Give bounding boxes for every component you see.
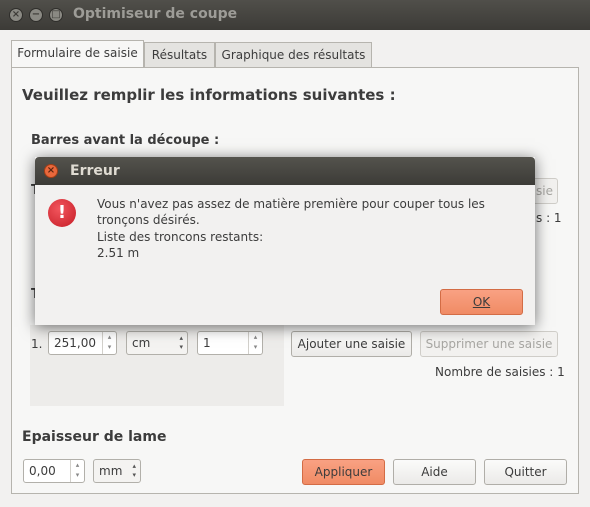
- spin-arrows-icon[interactable]: ▴ ▾: [102, 332, 116, 354]
- blade-value: 0,00: [29, 464, 56, 478]
- remove-entry-button[interactable]: Supprimer une saisie: [420, 331, 558, 357]
- entry-count: Nombre de saisies : 1: [435, 365, 565, 379]
- add-entry-button[interactable]: Ajouter une saisie: [291, 331, 412, 357]
- length-value: 251,00: [54, 336, 96, 350]
- row-index: 1.: [31, 337, 43, 351]
- ok-button[interactable]: OK: [440, 289, 523, 315]
- close-window-icon[interactable]: ×: [9, 8, 23, 22]
- chevron-updown-icon: ▴ ▾: [132, 462, 136, 479]
- help-button[interactable]: Aide: [393, 459, 476, 485]
- close-icon[interactable]: ×: [44, 164, 58, 178]
- tab-resultats[interactable]: Résultats: [144, 42, 215, 67]
- quit-button[interactable]: Quitter: [484, 459, 567, 485]
- quantity-value: 1: [203, 336, 211, 350]
- length-spinbox[interactable]: 251,00 ▴ ▾: [48, 331, 117, 355]
- quantity-spinbox[interactable]: 1 ▴ ▾: [197, 331, 263, 355]
- error-icon: !: [48, 199, 76, 227]
- blade-unit-value: mm: [99, 464, 123, 478]
- spin-arrows-icon[interactable]: ▴ ▾: [70, 460, 84, 482]
- dialog-title: Erreur: [70, 163, 120, 179]
- blade-section-title: Epaisseur de lame: [22, 429, 167, 445]
- dialog-titlebar: × Erreur: [35, 157, 535, 185]
- unit-combobox[interactable]: cm ▴ ▾: [126, 331, 188, 355]
- dialog-message-line2: tronçons désirés.: [97, 213, 200, 227]
- tab-graphique[interactable]: Graphique des résultats: [215, 42, 372, 67]
- minimize-window-icon[interactable]: −: [29, 8, 43, 22]
- maximize-window-icon[interactable]: □: [49, 8, 63, 22]
- tab-formulaire[interactable]: Formulaire de saisie: [11, 40, 144, 67]
- window-titlebar: × − □ Optimiseur de coupe: [0, 0, 590, 30]
- chevron-updown-icon: ▴ ▾: [179, 334, 183, 351]
- dialog-message-line3: Liste des troncons restants:: [97, 230, 264, 244]
- bars-section-title: Barres avant la découpe :: [31, 133, 220, 148]
- blade-unit-combobox[interactable]: mm ▴ ▾: [93, 459, 141, 483]
- window-title: Optimiseur de coupe: [73, 6, 238, 22]
- bars-count-partial: s : 1: [536, 211, 562, 225]
- apply-button[interactable]: Appliquer: [302, 459, 385, 485]
- unit-value: cm: [132, 336, 151, 350]
- blade-thickness-spinbox[interactable]: 0,00 ▴ ▾: [23, 459, 85, 483]
- dialog-message-line4: 2.51 m: [97, 246, 140, 260]
- spin-arrows-icon[interactable]: ▴ ▾: [248, 332, 262, 354]
- form-intro: Veuillez remplir les informations suivan…: [22, 86, 396, 104]
- dialog-message-line1: Vous n'avez pas assez de matière premièr…: [97, 197, 485, 211]
